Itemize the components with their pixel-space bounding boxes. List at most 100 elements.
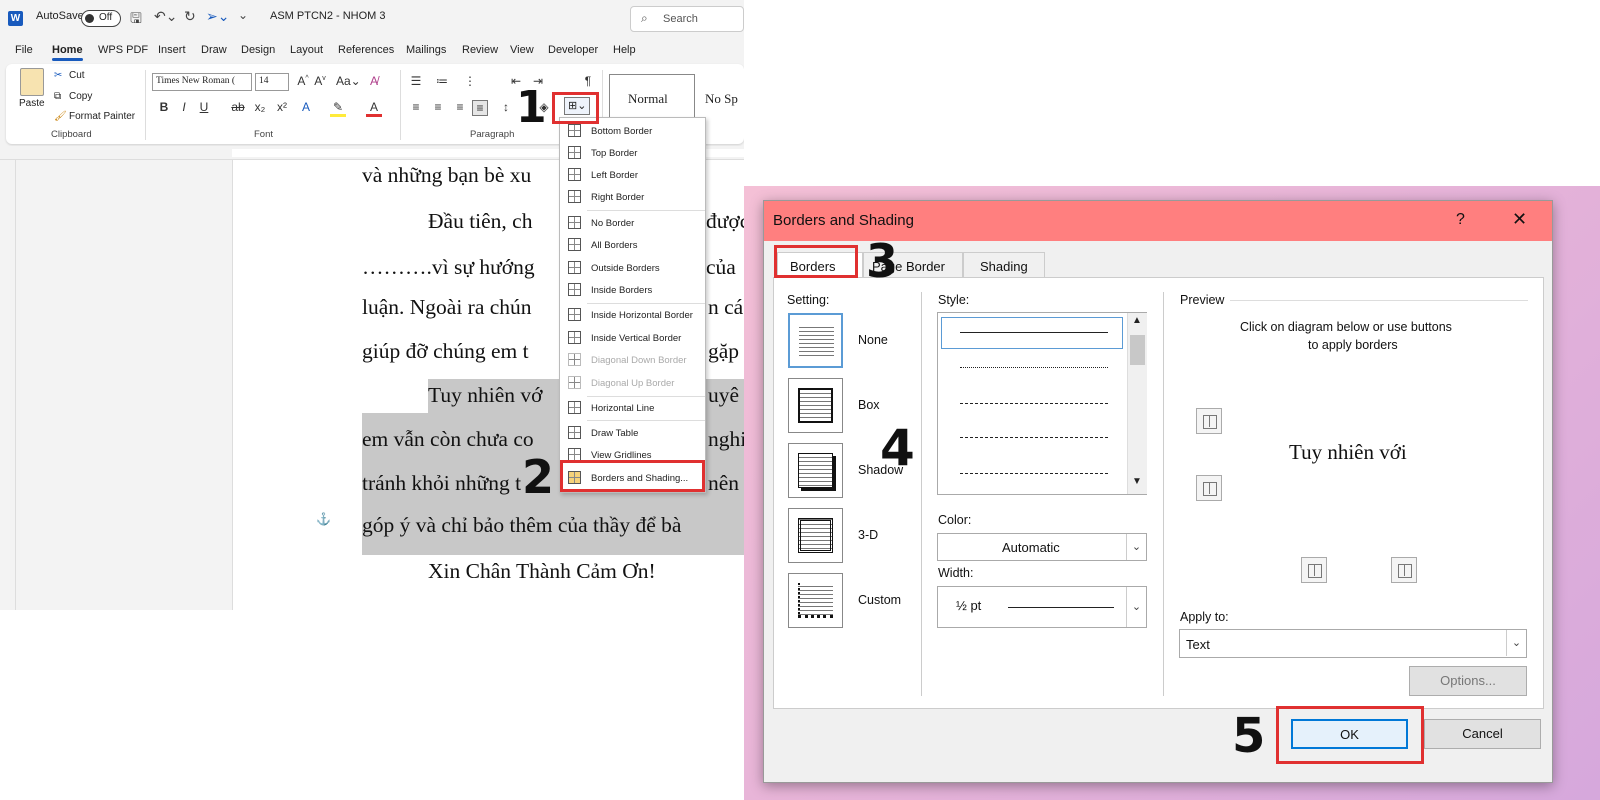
menu-item-outside-borders[interactable]: Outside Borders	[560, 257, 705, 279]
setting-custom-icon[interactable]	[788, 573, 843, 628]
apply-to-select[interactable]: Text ⌄	[1179, 629, 1527, 658]
highlight-icon[interactable]: ✎	[330, 100, 346, 117]
menu-item-label: Diagonal Up Border	[591, 378, 675, 389]
save-icon[interactable]: 🖫	[130, 8, 142, 32]
menu-insert[interactable]: Insert	[158, 44, 186, 56]
shrink-font-icon[interactable]: Av	[312, 74, 328, 88]
vertical-ruler[interactable]	[0, 160, 16, 610]
options-button[interactable]: Options...	[1409, 666, 1527, 696]
menu-item-top-border[interactable]: Top Border	[560, 142, 705, 164]
numbering-icon[interactable]: ≔	[434, 74, 450, 88]
redo-icon[interactable]: ↻	[184, 8, 196, 25]
send-icon[interactable]: ➢⌄	[206, 8, 229, 25]
style-list[interactable]: ▲ ▼	[937, 312, 1147, 495]
multilevel-list-icon[interactable]: ⋮	[462, 74, 478, 88]
menu-home[interactable]: Home	[52, 44, 83, 61]
grow-font-icon[interactable]: A^	[295, 74, 311, 88]
setting-none-icon[interactable]	[788, 313, 843, 368]
superscript-icon[interactable]: x²	[274, 100, 290, 114]
setting-box-icon[interactable]	[788, 378, 843, 433]
menu-developer[interactable]: Developer	[548, 44, 598, 56]
format-painter-button[interactable]: Format Painter	[69, 111, 135, 122]
strikethrough-icon[interactable]: ab	[230, 100, 246, 114]
menu-references[interactable]: References	[338, 44, 394, 56]
menu-design[interactable]: Design	[241, 44, 275, 56]
style-dotted[interactable]	[960, 367, 1108, 368]
style-small-dash[interactable]	[960, 403, 1108, 404]
preview-left-border-button[interactable]	[1301, 557, 1327, 583]
text-effects-icon[interactable]: A	[298, 100, 314, 114]
font-name-input[interactable]: Times New Roman (	[152, 73, 252, 91]
align-right-icon[interactable]: ≡	[452, 100, 468, 114]
justify-icon[interactable]: ≡	[472, 100, 488, 116]
menu-mailings[interactable]: Mailings	[406, 44, 446, 56]
close-button[interactable]: ✕	[1512, 209, 1527, 230]
show-marks-icon[interactable]: ¶	[580, 74, 596, 88]
copy-icon[interactable]: ⧉	[54, 91, 61, 102]
cancel-button[interactable]: Cancel	[1424, 719, 1541, 749]
subscript-icon[interactable]: x₂	[252, 100, 268, 114]
bold-icon[interactable]: B	[156, 100, 172, 114]
preview-right-border-button[interactable]	[1391, 557, 1417, 583]
copy-button[interactable]: Copy	[69, 91, 92, 102]
change-case-icon[interactable]: Aa⌄	[336, 74, 361, 88]
help-button[interactable]: ?	[1456, 211, 1465, 229]
underline-icon[interactable]: U	[196, 100, 212, 114]
menu-item-inside-vertical-border[interactable]: Inside Vertical Border	[560, 327, 705, 349]
autosave-toggle[interactable]: Off	[81, 10, 121, 27]
preview-sample-text[interactable]: Tuy nhiên với	[1289, 440, 1407, 465]
line-spacing-icon[interactable]: ↕	[498, 100, 514, 114]
style-dash[interactable]	[960, 437, 1108, 438]
cut-icon[interactable]: ✂	[54, 70, 62, 81]
cut-button[interactable]: Cut	[69, 70, 85, 81]
menu-item-horizontal-line[interactable]: Horizontal Line	[560, 397, 705, 419]
selected-style-item[interactable]	[941, 317, 1123, 349]
menu-item-left-border[interactable]: Left Border	[560, 164, 705, 186]
font-size-input[interactable]: 14	[255, 73, 289, 91]
menu-help[interactable]: Help	[613, 44, 636, 56]
preview-bottom-border-button[interactable]	[1196, 475, 1222, 501]
paste-label[interactable]: Paste	[19, 98, 45, 109]
menu-layout[interactable]: Layout	[290, 44, 323, 56]
setting-shadow-icon[interactable]	[788, 443, 843, 498]
menu-item-inside-borders[interactable]: Inside Borders	[560, 279, 705, 301]
paste-icon[interactable]	[20, 68, 44, 96]
font-color-icon[interactable]: A	[366, 100, 382, 117]
setting-none-label[interactable]: None	[858, 333, 888, 347]
style-scrollbar[interactable]: ▲ ▼	[1127, 313, 1147, 494]
menu-wps-pdf[interactable]: WPS PDF	[98, 44, 148, 56]
clear-formatting-icon[interactable]: A̸	[366, 74, 382, 88]
undo-icon[interactable]: ↶⌄	[154, 8, 177, 25]
menu-item-no-border[interactable]: No Border	[560, 212, 705, 234]
search-box[interactable]: ⌕ Search	[630, 6, 744, 32]
bullets-icon[interactable]: ☰	[408, 74, 424, 88]
scroll-up-icon[interactable]: ▲	[1132, 315, 1142, 326]
setting-3d-label[interactable]: 3-D	[858, 528, 878, 542]
preview-top-border-button[interactable]	[1196, 408, 1222, 434]
menu-item-right-border[interactable]: Right Border	[560, 186, 705, 208]
italic-icon[interactable]: I	[176, 100, 192, 114]
setting-custom-label[interactable]: Custom	[858, 593, 901, 607]
menu-draw[interactable]: Draw	[201, 44, 227, 56]
color-select[interactable]: Automatic ⌄	[937, 533, 1147, 561]
style-solid[interactable]	[960, 332, 1108, 333]
style-dash-dot[interactable]	[960, 473, 1108, 474]
menu-item-draw-table[interactable]: Draw Table	[560, 422, 705, 444]
menu-review[interactable]: Review	[462, 44, 498, 56]
menu-file[interactable]: File	[15, 44, 33, 56]
menu-item-all-borders[interactable]: All Borders	[560, 234, 705, 256]
scroll-thumb[interactable]	[1130, 335, 1145, 365]
align-center-icon[interactable]: ≡	[430, 100, 446, 114]
setting-3d-icon[interactable]	[788, 508, 843, 563]
align-left-icon[interactable]: ≡	[408, 100, 424, 114]
menu-view[interactable]: View	[510, 44, 534, 56]
tab-shading[interactable]: Shading	[963, 252, 1045, 278]
setting-box-label[interactable]: Box	[858, 398, 880, 412]
customize-icon[interactable]: ⌄	[238, 8, 248, 22]
doc-line: gặp	[708, 339, 740, 363]
menu-item-inside-horizontal-border[interactable]: Inside Horizontal Border	[560, 304, 705, 326]
width-select[interactable]: ½ pt ⌄	[937, 586, 1147, 628]
format-painter-icon[interactable]: 🖌	[54, 111, 67, 122]
scroll-down-icon[interactable]: ▼	[1132, 476, 1142, 487]
color-value: Automatic	[1002, 540, 1060, 555]
